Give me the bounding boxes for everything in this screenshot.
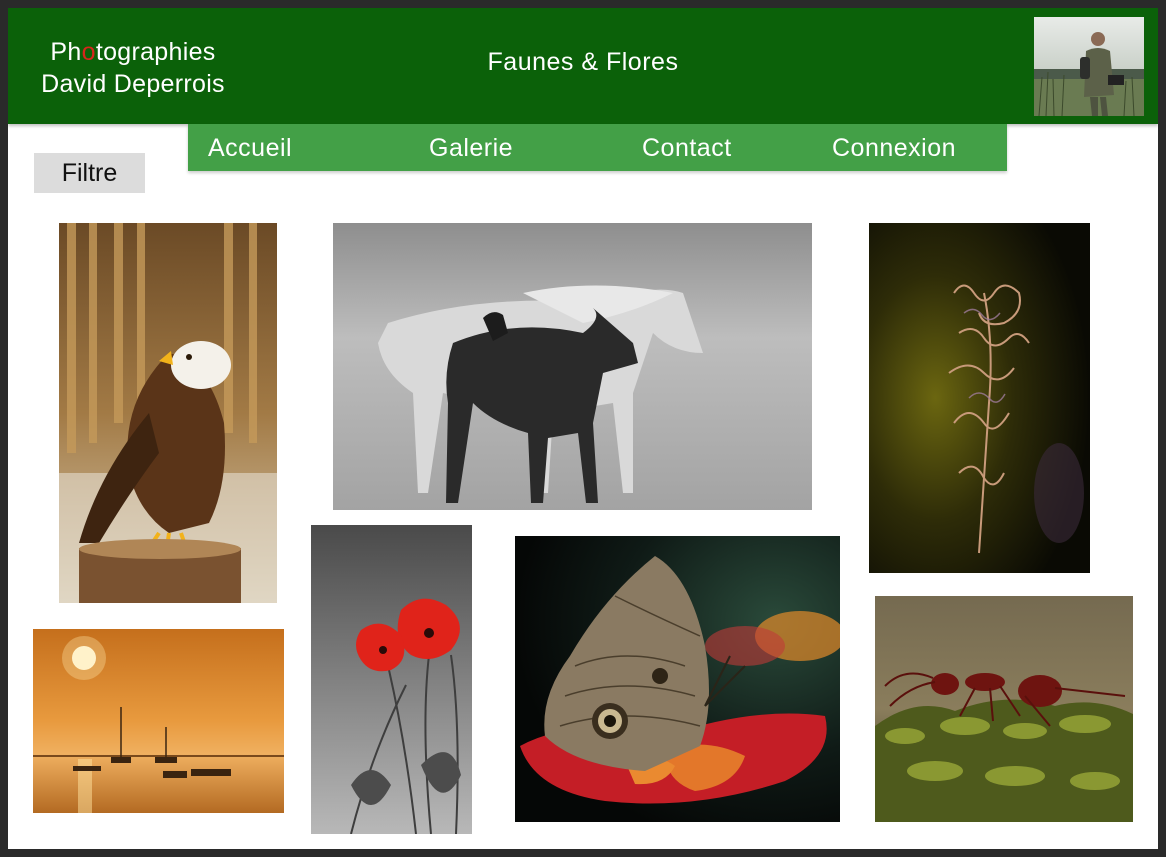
photographer-avatar-image: [1034, 17, 1144, 116]
poppies-photo-icon: [311, 525, 472, 834]
gallery-photo-poppies[interactable]: [311, 525, 472, 834]
filter-button[interactable]: Filtre: [34, 153, 145, 193]
gallery-photo-butterfly[interactable]: [515, 536, 840, 822]
sunset-photo-icon: [33, 629, 284, 813]
horses-photo-icon: [333, 223, 812, 510]
gallery-photo-ant[interactable]: [875, 596, 1133, 822]
brand-line-1: Photographies: [50, 38, 216, 66]
nav-item-contact[interactable]: Contact: [642, 134, 732, 163]
gallery-photo-flower[interactable]: [869, 223, 1090, 573]
site-title: Faunes & Flores: [487, 48, 679, 76]
nav-item-accueil[interactable]: Accueil: [208, 134, 292, 163]
eagle-photo-icon: [59, 223, 277, 603]
butterfly-photo-icon: [515, 536, 840, 822]
nav-item-connexion[interactable]: Connexion: [832, 134, 956, 163]
brand-logo-text[interactable]: Photographies David Deperrois: [28, 36, 238, 100]
brand-accent-letter: o: [81, 38, 96, 66]
gallery-photo-sunset[interactable]: [33, 629, 284, 813]
page-frame: Photographies David Deperrois Faunes & F…: [8, 8, 1158, 849]
photographer-avatar[interactable]: [1034, 17, 1144, 116]
main-nav: Accueil Galerie Contact Connexion: [188, 124, 1007, 171]
site-header: Photographies David Deperrois Faunes & F…: [8, 8, 1158, 124]
ant-photo-icon: [875, 596, 1133, 822]
brand-line-2: David Deperrois: [41, 70, 225, 98]
gallery-photo-horses[interactable]: [333, 223, 812, 510]
flower-photo-icon: [869, 223, 1090, 573]
nav-item-galerie[interactable]: Galerie: [429, 134, 513, 163]
gallery-photo-eagle[interactable]: [59, 223, 277, 603]
